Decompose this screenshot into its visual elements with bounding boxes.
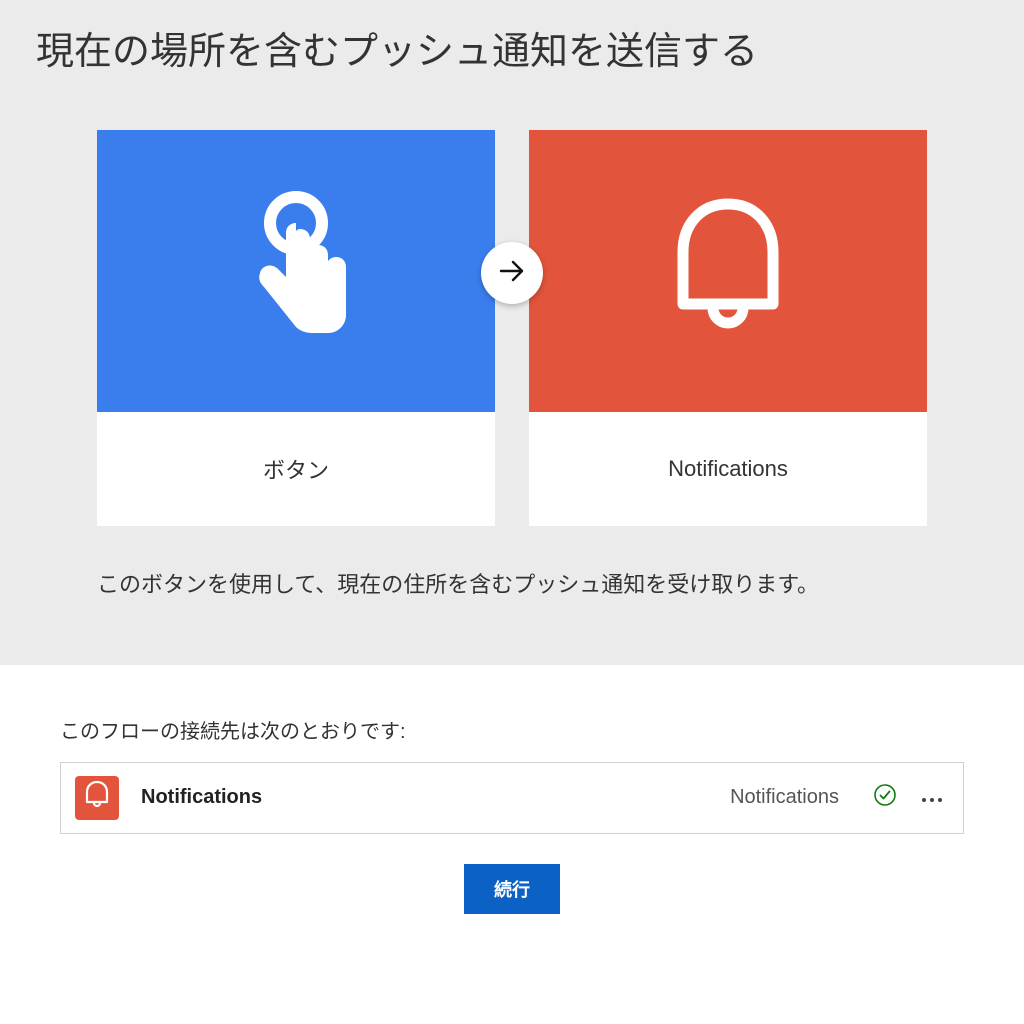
continue-button-wrap: 続行	[60, 864, 964, 934]
trigger-card-icon-area	[97, 130, 495, 412]
trigger-card[interactable]: ボタン	[97, 130, 495, 526]
connection-more-button[interactable]	[921, 787, 943, 808]
arrow-right-icon	[497, 256, 527, 291]
connection-status-ok	[873, 783, 897, 812]
connection-name: Notifications	[141, 786, 730, 809]
flow-arrow	[481, 242, 543, 304]
continue-button[interactable]: 続行	[464, 864, 560, 914]
action-card[interactable]: Notifications	[529, 130, 927, 526]
checkmark-circle-icon	[873, 783, 897, 812]
hero-section: 現在の場所を含むプッシュ通知を送信する ボタン	[0, 0, 1024, 665]
connection-row: Notifications Notifications	[60, 762, 964, 834]
page-title: 現在の場所を含むプッシュ通知を送信する	[36, 20, 994, 75]
trigger-card-label: ボタン	[97, 412, 495, 526]
action-card-label: Notifications	[529, 412, 927, 526]
connection-service-icon-box	[75, 776, 119, 820]
more-horizontal-icon	[921, 787, 943, 808]
flow-description: このボタンを使用して、現在の住所を含むプッシュ通知を受け取ります。	[97, 566, 927, 605]
connections-heading: このフローの接続先は次のとおりです:	[60, 715, 964, 744]
bell-icon	[84, 780, 110, 815]
connection-service-label: Notifications	[730, 786, 839, 809]
button-press-icon	[236, 189, 356, 354]
flow-cards-row: ボタン Notifications	[30, 130, 994, 526]
connections-section: このフローの接続先は次のとおりです: Notifications Notific…	[0, 665, 1024, 934]
action-card-icon-area	[529, 130, 927, 412]
bell-icon	[663, 194, 793, 349]
